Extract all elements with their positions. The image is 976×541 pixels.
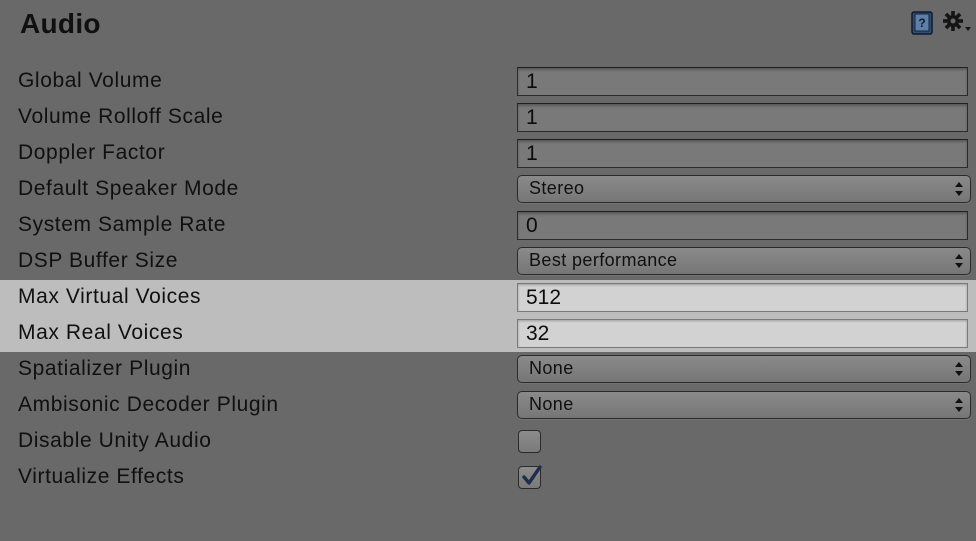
setting-row-dsp-buffer-size: DSP Buffer Size Best performance bbox=[0, 244, 976, 280]
dropdown-selected-value: None bbox=[529, 394, 574, 414]
setting-row-max-real-voices: Max Real Voices 32 bbox=[0, 316, 976, 352]
gear-icon[interactable] bbox=[942, 10, 972, 36]
dropdown-arrows-icon bbox=[955, 398, 963, 412]
setting-label: System Sample Rate bbox=[18, 213, 227, 236]
setting-label: Virtualize Effects bbox=[18, 465, 185, 488]
setting-row-volume-rolloff-scale: Volume Rolloff Scale 1 bbox=[0, 100, 976, 136]
dropdown-arrows-icon bbox=[955, 254, 963, 268]
setting-row-system-sample-rate: System Sample Rate 0 bbox=[0, 208, 976, 244]
setting-label: Doppler Factor bbox=[18, 141, 166, 164]
global-volume-field[interactable]: 1 bbox=[517, 67, 968, 96]
setting-label: Volume Rolloff Scale bbox=[18, 105, 224, 128]
svg-text:?: ? bbox=[918, 16, 925, 30]
ambisonic-decoder-plugin-dropdown[interactable]: None bbox=[517, 391, 971, 419]
dropdown-selected-value: Best performance bbox=[529, 250, 678, 270]
setting-row-disable-unity-audio: Disable Unity Audio bbox=[0, 424, 976, 460]
setting-label: DSP Buffer Size bbox=[18, 249, 178, 272]
setting-row-max-virtual-voices: Max Virtual Voices 512 bbox=[0, 280, 976, 316]
setting-row-spatializer-plugin: Spatializer Plugin None bbox=[0, 352, 976, 388]
setting-row-global-volume: Global Volume 1 bbox=[0, 64, 976, 100]
spatializer-plugin-dropdown[interactable]: None bbox=[517, 355, 971, 383]
dropdown-selected-value: None bbox=[529, 358, 574, 378]
help-book-icon[interactable]: ? bbox=[911, 11, 933, 35]
setting-row-virtualize-effects: Virtualize Effects bbox=[0, 460, 976, 496]
setting-label: Default Speaker Mode bbox=[18, 177, 239, 200]
setting-row-ambisonic-decoder-plugin: Ambisonic Decoder Plugin None bbox=[0, 388, 976, 424]
panel-header: Audio ? bbox=[0, 0, 976, 52]
system-sample-rate-field[interactable]: 0 bbox=[517, 211, 968, 240]
setting-label: Ambisonic Decoder Plugin bbox=[18, 393, 279, 416]
setting-label: Max Real Voices bbox=[18, 321, 184, 344]
panel-title: Audio bbox=[20, 8, 101, 39]
setting-label: Max Virtual Voices bbox=[18, 285, 202, 308]
setting-label: Global Volume bbox=[18, 69, 163, 92]
default-speaker-mode-dropdown[interactable]: Stereo bbox=[517, 175, 971, 203]
disable-unity-audio-checkbox[interactable] bbox=[518, 430, 541, 453]
max-virtual-voices-field[interactable]: 512 bbox=[517, 283, 968, 312]
max-real-voices-field[interactable]: 32 bbox=[517, 319, 968, 348]
setting-row-doppler-factor: Doppler Factor 1 bbox=[0, 136, 976, 172]
setting-label: Spatializer Plugin bbox=[18, 357, 192, 380]
dropdown-selected-value: Stereo bbox=[529, 178, 585, 198]
volume-rolloff-scale-field[interactable]: 1 bbox=[517, 103, 968, 132]
dropdown-arrows-icon bbox=[955, 362, 963, 376]
virtualize-effects-checkbox[interactable] bbox=[518, 465, 542, 489]
dsp-buffer-size-dropdown[interactable]: Best performance bbox=[517, 247, 971, 275]
dropdown-arrows-icon bbox=[955, 182, 963, 196]
checkmark-icon bbox=[522, 465, 542, 485]
doppler-factor-field[interactable]: 1 bbox=[517, 139, 968, 168]
setting-label: Disable Unity Audio bbox=[18, 429, 212, 452]
setting-row-default-speaker-mode: Default Speaker Mode Stereo bbox=[0, 172, 976, 208]
